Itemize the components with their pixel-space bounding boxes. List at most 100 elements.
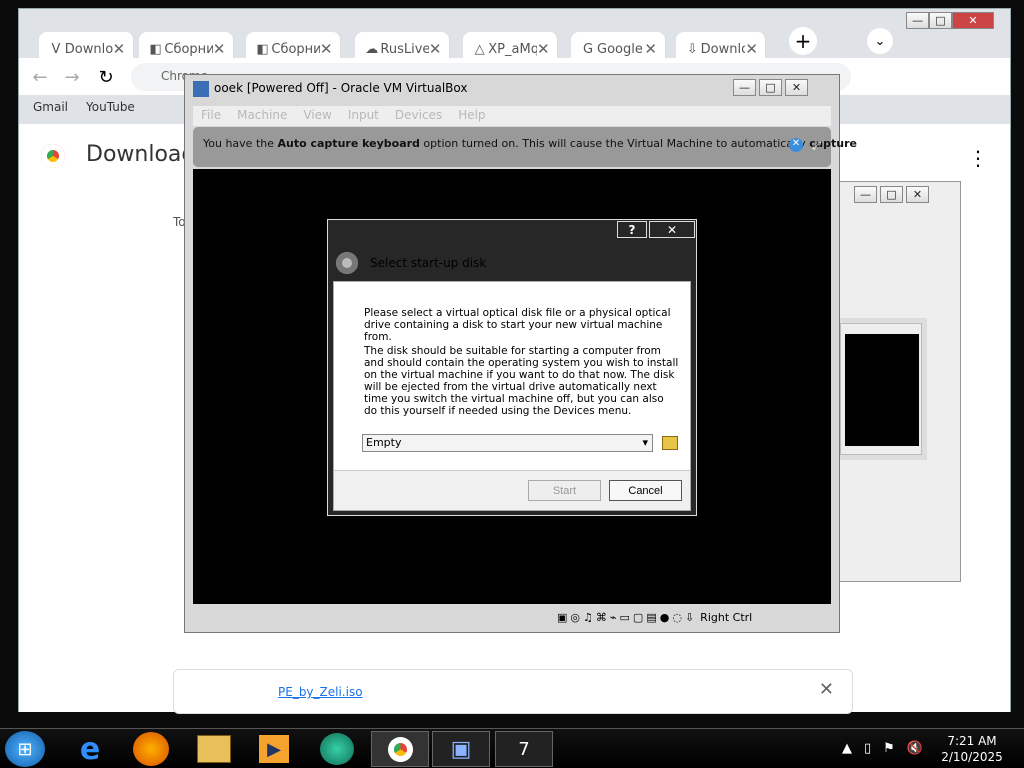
dialog-disk-icon [336, 252, 358, 274]
virtualbox-taskbar-icon[interactable]: ▣ [432, 731, 490, 767]
media-player-icon[interactable]: ▶ [259, 735, 289, 763]
close-tab-icon[interactable]: ✕ [320, 40, 332, 58]
mouse-integration-icon[interactable]: ◌ [672, 611, 682, 624]
recording-icon[interactable]: ● [660, 611, 670, 624]
menu-item[interactable]: File [201, 108, 221, 122]
document-icon: ◧ [149, 41, 162, 57]
file-explorer-icon[interactable] [197, 735, 231, 763]
notice-close-icon[interactable]: ⤢ [812, 139, 821, 153]
menu-item[interactable]: Machine [237, 108, 287, 122]
flag-tray-icon[interactable]: ⚑ [883, 741, 895, 756]
vm-restore[interactable]: □ [759, 79, 782, 96]
close-tab-icon[interactable]: ✕ [537, 40, 549, 58]
windows7-vm-icon[interactable]: 7 [495, 731, 553, 767]
google-icon: G [582, 41, 594, 57]
bookmarks-bar: Gmail YouTube [33, 100, 135, 114]
hard-disk-icon[interactable]: ▣ [557, 611, 567, 624]
vm-minimize[interactable]: — [733, 79, 756, 96]
tab-search-button[interactable]: ⌄ [867, 28, 893, 54]
drive-icon: △ [474, 41, 485, 57]
youtube-bookmark[interactable]: YouTube [86, 100, 135, 114]
disk-selected-value: Empty [366, 436, 402, 449]
cloud-icon: ☁ [365, 41, 379, 57]
tab-label: Google [597, 41, 643, 57]
forward-button[interactable]: → [59, 65, 85, 89]
system-tray: ▲ ▯ ⚑ 🔇 [842, 741, 923, 756]
network-tray-icon[interactable]: ▯ [864, 741, 871, 756]
dialog-title: Select start-up disk [370, 256, 487, 270]
dialog-help-button[interactable]: ? [617, 221, 647, 238]
close-tab-icon[interactable]: ✕ [745, 40, 757, 58]
notice-middle: option turned on. This will cause the Vi… [419, 137, 810, 150]
dialog-description: Please select a virtual optical disk fil… [364, 307, 671, 343]
dialog-close-button[interactable]: ✕ [649, 221, 695, 238]
clock[interactable]: 7:21 AM 2/10/2025 [937, 733, 1007, 765]
close-tab-icon[interactable]: ✕ [429, 40, 441, 58]
manager-close[interactable]: ✕ [906, 186, 929, 203]
close-button[interactable]: ✕ [952, 12, 994, 29]
clock-time: 7:21 AM [947, 734, 997, 748]
vm-close[interactable]: ✕ [785, 79, 808, 96]
clock-date: 2/10/2025 [941, 750, 1003, 764]
tab-label: Сборни [164, 41, 213, 57]
remove-download-icon[interactable]: ✕ [819, 679, 834, 700]
reload-button[interactable]: ↻ [93, 65, 119, 89]
dialog-content: Please select a virtual optical disk fil… [333, 281, 691, 511]
download-item: PE_by_Zeli.iso ✕ [173, 669, 853, 714]
manager-minimize[interactable]: — [854, 186, 877, 203]
disk-select[interactable]: Empty ▾ [362, 434, 653, 452]
taskbar: ⊞ e ▶ ▣ 7 ▲ ▯ ⚑ 🔇 7:21 AM 2/10/2025 [0, 728, 1024, 768]
notice-bold-option: Auto capture keyboard [277, 137, 420, 150]
start-up-disk-dialog: ? ✕ Select start-up disk Please select a… [327, 219, 697, 516]
close-tab-icon[interactable]: ✕ [644, 40, 657, 58]
video-capture-icon[interactable]: ▤ [646, 611, 656, 624]
tab-label: Downlo [700, 41, 746, 57]
new-tab-button[interactable]: + [789, 27, 817, 55]
start-button-icon[interactable]: ⊞ [5, 731, 45, 767]
download-icon: ⇩ [686, 41, 698, 57]
tab-label: Downlo [64, 41, 113, 57]
usb-icon[interactable]: ⌁ [610, 611, 617, 624]
vs-icon: V [51, 41, 61, 57]
close-tab-icon[interactable]: ✕ [213, 40, 225, 58]
tab-label: Сборни [271, 41, 320, 57]
keyboard-icon[interactable]: ⇩ [685, 611, 694, 624]
display-icon[interactable]: ▢ [633, 611, 643, 624]
network-icon[interactable]: ⌘ [596, 611, 607, 624]
more-menu-icon[interactable]: ⋮ [968, 146, 988, 170]
tab-label: XP_aMq [488, 41, 537, 57]
show-hidden-icon[interactable]: ▲ [842, 741, 852, 756]
minimize-button[interactable]: — [906, 12, 929, 29]
manager-restore[interactable]: □ [880, 186, 903, 203]
cancel-button[interactable]: Cancel [609, 480, 682, 501]
firefox-icon[interactable] [133, 732, 169, 766]
document-icon: ◧ [256, 41, 269, 57]
menu-item[interactable]: Devices [395, 108, 442, 122]
internet-explorer-icon[interactable]: e [72, 732, 108, 767]
notice-info-icon[interactable]: ✕ [789, 138, 803, 152]
back-button[interactable]: ← [27, 65, 53, 89]
shared-folders-icon[interactable]: ▭ [620, 611, 630, 624]
menu-item[interactable]: Help [458, 108, 485, 122]
window-controls: — □ ✕ [906, 12, 994, 29]
virtualbox-icon [193, 81, 209, 97]
host-key-label: Right Ctrl [700, 610, 753, 624]
gmail-bookmark[interactable]: Gmail [33, 100, 68, 114]
download-file-link[interactable]: PE_by_Zeli.iso [278, 685, 363, 699]
start-button[interactable]: Start [528, 480, 601, 501]
app-icon[interactable] [320, 733, 354, 765]
dialog-instructions: The disk should be suitable for starting… [364, 345, 679, 417]
vm-window-controls: — □ ✕ [733, 79, 808, 96]
choose-disk-folder-icon[interactable] [662, 436, 678, 450]
maximize-button[interactable]: □ [929, 12, 952, 29]
audio-icon[interactable]: ♫ [583, 611, 593, 624]
menu-item[interactable]: Input [348, 108, 379, 122]
tab-label: RusLive [380, 41, 429, 57]
volume-muted-icon[interactable]: 🔇 [907, 741, 923, 756]
chrome-taskbar-icon[interactable] [371, 731, 429, 767]
notice-prefix: You have the [203, 137, 278, 150]
menu-item[interactable]: View [303, 108, 331, 122]
manager-window-controls: — □ ✕ [854, 186, 929, 203]
close-tab-icon[interactable]: ✕ [113, 40, 125, 58]
optical-drive-icon[interactable]: ◎ [570, 611, 580, 624]
